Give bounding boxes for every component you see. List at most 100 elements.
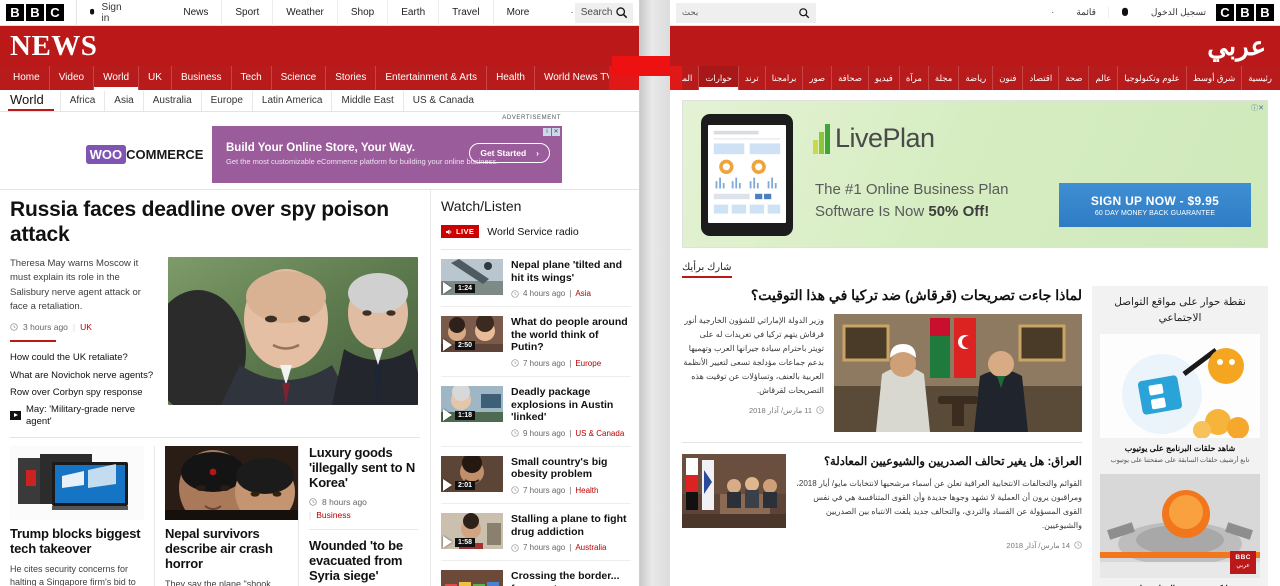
woocommerce-ad-banner[interactable]: Build Your Online Store, Your Way. Get t… [212,126,562,183]
mini-card-luxury[interactable]: Luxury goods 'illegally sent to N Korea'… [309,445,418,529]
a-nav-home[interactable]: رئيسية [1241,66,1278,90]
a-nav-world[interactable]: عالم [1088,66,1117,90]
liveplan-ad[interactable]: ⓘ✕ LivePlan The #1 Online Business Plan … [682,100,1268,248]
nav-tech[interactable]: Tech [230,66,271,90]
gnav-earth[interactable]: Earth [387,0,438,26]
ad-controls[interactable]: i ✕ [543,128,560,136]
watch-item[interactable]: 2:50 What do people around the world thi… [441,307,631,377]
gnav-news[interactable]: News [170,0,221,26]
share-opinion-label[interactable]: شارك برأيك [682,262,732,278]
a-nav-sport[interactable]: رياضة [958,66,992,90]
watch-item[interactable]: 1:24 Nepal plane 'tilted and hit its win… [441,250,631,308]
related-video-link[interactable]: May: 'Military-grade nerve agent' [10,401,158,427]
sign-in-button[interactable]: Sign in [76,2,136,24]
ad-choices-controls[interactable]: ⓘ✕ [1251,103,1264,113]
arabic-masthead[interactable]: عربي [670,26,1280,66]
screenshot-stage: B B C Sign in News Sport Weather Shop Ea… [0,0,1280,586]
sidebar-caption-youtube[interactable]: شاهد حلقات البرنامج على يوتيوب [1100,444,1260,453]
a-nav-arts[interactable]: فنون [992,66,1022,90]
story-card-trump[interactable]: Trump blocks biggest tech takeover He ci… [10,446,154,586]
bbc-logo[interactable]: B B C [1216,4,1274,21]
arabic-sign-in-button[interactable]: تسجيل الدخول [1141,7,1216,18]
arabic-article-primary[interactable]: لماذا جاءت تصريحات (قرقاش) ضد تركيا في ه… [682,286,1082,442]
info-icon[interactable]: i [543,128,551,136]
nav-video[interactable]: Video [48,66,93,90]
watch-item-thumbnail: 1:31 [441,570,503,586]
watch-item[interactable]: 2:01 Small country's big obesity problem… [441,447,631,504]
a-nav-magazine[interactable]: مجلة [927,66,958,90]
lead-story-image[interactable] [168,257,418,406]
bbc-logo-b1: B [1256,4,1274,21]
watch-item-duration: 1:18 [455,410,476,420]
a-nav-mirror[interactable]: مرآة [898,66,928,90]
subnav-middle-east[interactable]: Middle East [331,90,402,111]
nav-entertainment-arts[interactable]: Entertainment & Arts [375,66,486,90]
mini-card-syria[interactable]: Wounded 'to be evacuated from Syria sieg… [309,528,418,586]
gnav-more[interactable]: More [492,0,543,26]
sidebar-image-programme[interactable]: BBC عربي [1100,473,1260,578]
gnav-shop[interactable]: Shop [336,0,387,26]
nav-world[interactable]: World [93,66,138,90]
arabic-overflow-dot[interactable]: · [1051,7,1054,18]
watch-item[interactable]: 1:18 Deadly package explosions in Austin… [441,377,631,447]
watch-item-category[interactable]: Australia [575,543,606,552]
subnav-europe[interactable]: Europe [200,90,252,111]
watch-item-category[interactable]: Europe [575,359,601,368]
gnav-travel[interactable]: Travel [438,0,492,26]
nav-uk[interactable]: UK [138,66,171,90]
lead-story-category[interactable]: UK [80,322,92,332]
close-icon[interactable]: ✕ [1258,105,1264,112]
mini-card-category[interactable]: Business [316,510,351,520]
close-icon[interactable]: ✕ [552,128,560,136]
subnav-asia[interactable]: Asia [104,90,142,111]
subnav-us-canada[interactable]: US & Canada [402,90,483,111]
a-nav-dialogues[interactable]: حوارات [698,66,738,90]
related-link-3[interactable]: Row over Corbyn spy response [10,384,158,401]
news-masthead[interactable]: NEWS [0,26,639,66]
liveplan-signup-button[interactable]: SIGN UP NOW - $9.95 60 DAY MONEY BACK GU… [1059,183,1251,227]
nav-health[interactable]: Health [486,66,534,90]
live-radio-row[interactable]: LIVE World Service radio [441,225,631,250]
watch-item-category[interactable]: US & Canada [575,429,624,438]
play-icon [443,339,452,352]
a-nav-health[interactable]: صحة [1058,66,1088,90]
related-video-label[interactable]: May: 'Military-grade nerve agent' [26,404,158,427]
arabic-search-input[interactable]: بحث [676,2,816,23]
subnav-latin-america[interactable]: Latin America [251,90,332,111]
a-nav-programmes[interactable]: برامجنا [764,66,803,90]
gnav-weather[interactable]: Weather [272,0,337,26]
related-link-2[interactable]: What are Novichok nerve agents? [10,367,158,384]
nav-science[interactable]: Science [270,66,326,90]
search-input[interactable]: Search [574,2,633,23]
a-nav-press[interactable]: صحافة [831,66,868,90]
a-nav-video[interactable]: فيديو [868,66,899,90]
gnav-sport[interactable]: Sport [221,0,272,26]
lead-story-meta: 3 hours ago | UK [10,322,158,332]
watch-item[interactable]: 1:31 Crossing the border... for sweets [441,561,631,586]
sidebar-image-social[interactable] [1100,333,1260,438]
watch-item-category[interactable]: Asia [575,289,591,298]
a-nav-middle-east[interactable]: شرق أوسط [1185,66,1241,90]
related-link-1[interactable]: How could the UK retaliate? [10,349,158,366]
woo-get-started-button[interactable]: Get Started › [469,143,550,163]
bbc-logo[interactable]: B B C [6,4,64,21]
account-button[interactable] [1109,7,1141,19]
live-badge: LIVE [441,225,480,238]
a-nav-economy[interactable]: اقتصاد [1022,66,1058,90]
bbc-logo-c: C [1216,4,1234,21]
watch-item-category[interactable]: Health [575,486,598,495]
watch-item[interactable]: 1:58 Stalling a plane to fight drug addi… [441,504,631,562]
nav-stories[interactable]: Stories [325,66,375,90]
a-nav-photos[interactable]: صور [802,66,831,90]
a-nav-trend[interactable]: ترند [737,66,765,90]
subnav-africa[interactable]: Africa [59,90,105,111]
nav-home[interactable]: Home [4,66,49,90]
nav-business[interactable]: Business [170,66,231,90]
a-nav-science-tech[interactable]: علوم وتكنولوجيا [1117,66,1185,90]
story-card-nepal[interactable]: Nepal survivors describe air crash horro… [154,446,299,586]
lead-story-title[interactable]: Russia faces deadline over spy poison at… [10,198,420,247]
arabic-article-secondary[interactable]: العراق: هل يغير تحالف الصدريين والشيوعيي… [682,441,1082,560]
arabic-menu-button[interactable]: قائمة [1064,7,1109,18]
subnav-australia[interactable]: Australia [142,90,201,111]
story-card-title: Trump blocks biggest tech takeover [10,526,141,557]
